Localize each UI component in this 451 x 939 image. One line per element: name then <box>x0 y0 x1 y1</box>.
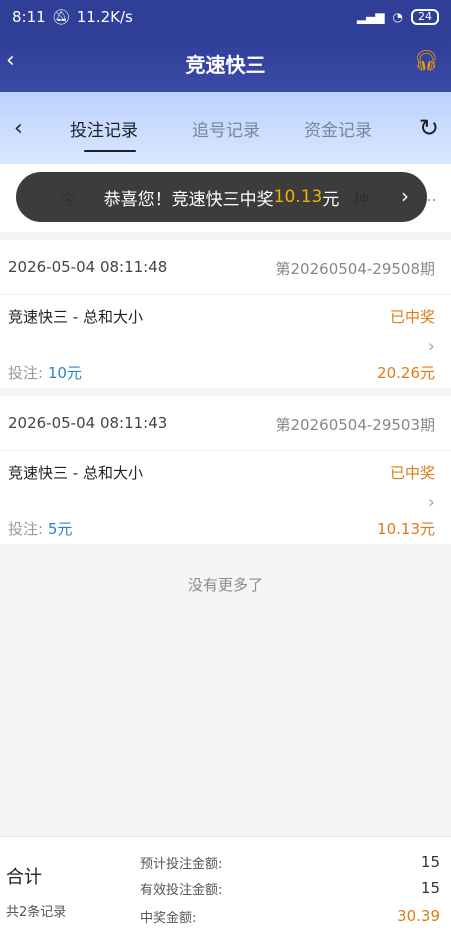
summary-value: 15 <box>420 879 440 897</box>
app-bar: ‹ 竞速快三 🎧︎ <box>0 34 451 92</box>
record-period: 第20260504-29503期 <box>275 416 435 434</box>
refresh-icon[interactable]: ↻ <box>419 114 439 142</box>
bet-value: 10元 <box>47 364 82 382</box>
status-bar: 8:11 🔕︎ 11.2K/s ▂▄▆ ◔ 24 <box>0 0 451 34</box>
summary-row: 中奖金额: 30.39 <box>140 907 440 926</box>
no-more-text: 没有更多了 <box>187 576 263 594</box>
summary-value: 15 <box>420 853 440 871</box>
total-label: 合计 <box>6 867 42 888</box>
record-tabs: ‹ 投注记录 追号记录 资金记录 ↻ <box>0 92 451 164</box>
tabs-back-arrow-icon[interactable]: ‹ <box>14 116 23 141</box>
toast-text: 恭喜您！竞速快三中奖 <box>103 189 274 210</box>
chevron-right-icon[interactable]: › <box>428 492 435 513</box>
bet-amount: 投注: 5元 <box>8 520 73 538</box>
mute-bell-icon: 🔕︎ <box>51 8 71 26</box>
tab-chase-records[interactable]: 追号记录 <box>192 116 260 141</box>
chevron-right-icon[interactable]: › <box>401 184 409 208</box>
record-period: 第20260504-29508期 <box>275 260 435 278</box>
tab-fund-records[interactable]: 资金记录 <box>304 116 372 141</box>
bet-value: 5元 <box>47 520 73 538</box>
win-toast[interactable]: 恭喜您！竞速快三中奖 10.13 元 › <box>16 172 427 222</box>
active-tab-indicator <box>84 150 136 152</box>
record-game: 竞速快三 - 总和大小 <box>8 308 143 326</box>
record-status: 已中奖 <box>389 464 435 482</box>
bet-record[interactable]: 2026-05-04 08:11:48 第20260504-29508期 竞速快… <box>0 240 451 388</box>
toast-unit: 元 <box>322 189 340 210</box>
back-arrow-icon[interactable]: ‹ <box>6 48 15 73</box>
summary-row: 预计投注金额: 15 <box>140 853 440 872</box>
record-game: 竞速快三 - 总和大小 <box>8 464 143 482</box>
chevron-right-icon[interactable]: › <box>428 336 435 357</box>
customer-service-icon[interactable]: 🎧︎ <box>414 48 439 72</box>
record-time: 2026-05-04 08:11:48 <box>8 258 168 276</box>
summary-label: 有效投注金额: <box>140 883 223 898</box>
tab-bet-records[interactable]: 投注记录 <box>70 116 138 141</box>
summary-label: 中奖金额: <box>140 911 197 926</box>
signal-icon: ▂▄▆ <box>356 10 385 24</box>
win-amount: 20.26元 <box>377 364 435 382</box>
bet-record[interactable]: 2026-05-04 08:11:43 第20260504-29503期 竞速快… <box>0 396 451 544</box>
battery-icon: 24 <box>411 9 439 25</box>
summary-row: 有效投注金额: 15 <box>140 879 440 898</box>
status-time: 8:11 <box>12 8 46 26</box>
summary-footer: 合计 共2条记录 预计投注金额: 15 有效投注金额: 15 中奖金额: 30.… <box>0 836 451 939</box>
bet-amount: 投注: 10元 <box>8 364 82 382</box>
record-status: 已中奖 <box>389 308 435 326</box>
record-count: 共2条记录 <box>6 905 67 920</box>
page-title: 竞速快三 <box>185 52 266 77</box>
summary-label: 预计投注金额: <box>140 857 223 872</box>
win-amount: 10.13元 <box>377 520 435 538</box>
record-time: 2026-05-04 08:11:43 <box>8 414 168 432</box>
network-speed: 11.2K/s <box>76 8 133 26</box>
toast-amount: 10.13 <box>273 187 323 207</box>
wifi-icon: ◔ <box>392 10 403 24</box>
summary-value: 30.39 <box>397 907 440 925</box>
